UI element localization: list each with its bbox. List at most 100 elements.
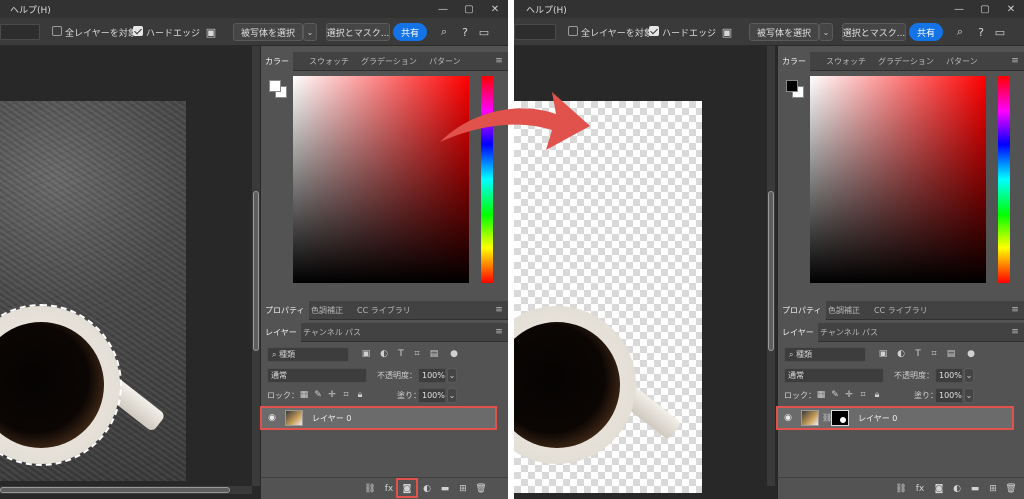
panel-menu-icon[interactable]: ≡	[494, 305, 504, 315]
hard-edge-checkbox[interactable]	[133, 26, 143, 36]
workspace-icon[interactable]: ▭	[476, 24, 492, 40]
tab-gradients[interactable]: グラデーション	[874, 52, 938, 71]
lock-all-icon[interactable]: 🔒︎	[872, 390, 882, 400]
menu-help[interactable]: ヘルプ(H)	[526, 3, 567, 16]
layer-name[interactable]: レイヤー 0	[858, 413, 897, 424]
close-icon[interactable]: ✕	[482, 0, 508, 18]
tab-channels[interactable]: チャンネル	[816, 323, 864, 342]
visibility-eye-icon[interactable]: ◉	[782, 413, 794, 423]
tab-swatches[interactable]: スウォッチ	[822, 52, 870, 71]
maximize-icon[interactable]: ▢	[456, 0, 482, 18]
share-button[interactable]: 共有	[393, 23, 427, 41]
tab-layers[interactable]: レイヤー	[778, 323, 818, 342]
tab-layers[interactable]: レイヤー	[261, 323, 301, 342]
tab-swatches[interactable]: スウォッチ	[305, 52, 353, 71]
tab-patterns[interactable]: パターン	[425, 52, 465, 71]
all-layers-checkbox[interactable]	[568, 26, 578, 36]
lock-image-icon[interactable]: ✎	[830, 390, 840, 400]
select-and-mask-button[interactable]: 選択とマスク...	[842, 23, 906, 41]
blend-mode-select[interactable]: 通常	[784, 368, 884, 383]
lock-transparent-icon[interactable]: ▦	[299, 390, 309, 400]
shape-filter-icon[interactable]: ⌗	[929, 349, 939, 359]
opacity-dropdown-icon[interactable]: ⌄	[447, 368, 457, 383]
fill-field[interactable]: 100%	[935, 388, 963, 403]
layer-name[interactable]: レイヤー 0	[312, 413, 351, 424]
lock-image-icon[interactable]: ✎	[313, 390, 323, 400]
layer-filter-select[interactable]: ⌕ 種類	[784, 347, 866, 362]
share-button[interactable]: 共有	[909, 23, 943, 41]
foreground-color-swatch[interactable]	[786, 80, 798, 92]
lock-artboard-icon[interactable]: ⌗	[858, 390, 868, 400]
fill-field[interactable]: 100%	[418, 388, 446, 403]
pixel-filter-icon[interactable]: ▣	[361, 349, 371, 359]
menu-help[interactable]: ヘルプ(H)	[10, 3, 51, 16]
filter-toggle-icon[interactable]: ●	[966, 349, 976, 359]
lock-position-icon[interactable]: ✛	[844, 390, 854, 400]
folder-icon[interactable]: ▬	[439, 483, 451, 495]
tab-gradients[interactable]: グラデーション	[357, 52, 421, 71]
adjustment-filter-icon[interactable]: ◐	[896, 349, 906, 359]
blend-mode-select[interactable]: 通常	[267, 368, 367, 383]
sample-size-select[interactable]	[0, 24, 40, 40]
select-options-icon[interactable]: ▣	[203, 24, 219, 40]
filter-toggle-icon[interactable]: ●	[449, 349, 459, 359]
lock-all-icon[interactable]: 🔒︎	[355, 390, 365, 400]
help-icon[interactable]: ?	[457, 24, 473, 40]
new-layer-icon[interactable]: ⊞	[987, 483, 999, 495]
select-options-icon[interactable]: ▣	[719, 24, 735, 40]
select-subject-button[interactable]: 被写体を選択	[749, 23, 819, 41]
new-layer-icon[interactable]: ⊞	[457, 483, 469, 495]
select-subject-dropdown-icon[interactable]: ⌄	[303, 23, 317, 41]
pixel-filter-icon[interactable]: ▣	[878, 349, 888, 359]
close-icon[interactable]: ✕	[998, 0, 1024, 18]
trash-icon[interactable]: 🗑︎	[1005, 483, 1017, 495]
tab-cc-libraries[interactable]: CC ライブラリ	[353, 301, 415, 320]
minimize-icon[interactable]: —	[946, 0, 972, 18]
tab-color[interactable]: カラー	[778, 52, 810, 71]
opacity-dropdown-icon[interactable]: ⌄	[964, 368, 974, 383]
opacity-field[interactable]: 100%	[935, 368, 963, 383]
select-and-mask-button[interactable]: 選択とマスク...	[326, 23, 390, 41]
minimize-icon[interactable]: —	[430, 0, 456, 18]
workspace-icon[interactable]: ▭	[992, 24, 1008, 40]
select-subject-button[interactable]: 被写体を選択	[233, 23, 303, 41]
search-icon[interactable]: ⌕	[436, 24, 452, 40]
adjustment-layer-icon[interactable]: ◐	[421, 483, 433, 495]
hue-slider[interactable]	[998, 76, 1010, 283]
lock-artboard-icon[interactable]: ⌗	[341, 390, 351, 400]
select-subject-dropdown-icon[interactable]: ⌄	[819, 23, 833, 41]
panel-menu-icon[interactable]: ≡	[494, 327, 504, 337]
color-field[interactable]	[810, 76, 986, 283]
type-filter-icon[interactable]: T	[913, 349, 923, 359]
tab-properties[interactable]: プロパティ	[778, 301, 826, 320]
tab-channels[interactable]: チャンネル	[299, 323, 347, 342]
shape-filter-icon[interactable]: ⌗	[412, 349, 422, 359]
vertical-scrollbar[interactable]	[252, 46, 260, 486]
folder-icon[interactable]: ▬	[969, 483, 981, 495]
tab-properties[interactable]: プロパティ	[261, 301, 309, 320]
add-mask-icon[interactable]: ◙	[401, 483, 413, 495]
all-layers-checkbox[interactable]	[52, 26, 62, 36]
search-icon[interactable]: ⌕	[952, 24, 968, 40]
link-layers-icon[interactable]: ⛓	[364, 483, 376, 495]
panel-menu-icon[interactable]: ≡	[1010, 56, 1020, 66]
tab-adjustments[interactable]: 色調補正	[307, 301, 347, 320]
fill-dropdown-icon[interactable]: ⌄	[964, 388, 974, 403]
tab-color[interactable]: カラー	[261, 52, 293, 71]
fill-dropdown-icon[interactable]: ⌄	[447, 388, 457, 403]
help-icon[interactable]: ?	[973, 24, 989, 40]
layer-mask-thumbnail[interactable]	[831, 410, 849, 426]
hard-edge-checkbox[interactable]	[649, 26, 659, 36]
maximize-icon[interactable]: ▢	[972, 0, 998, 18]
layer-filter-select[interactable]: ⌕ 種類	[267, 347, 349, 362]
adjustment-layer-icon[interactable]: ◐	[951, 483, 963, 495]
panel-menu-icon[interactable]: ≡	[1010, 305, 1020, 315]
layer-row[interactable]: ◉ ⛓ レイヤー 0	[776, 406, 1014, 430]
sample-size-select[interactable]	[514, 24, 556, 40]
foreground-color-swatch[interactable]	[269, 80, 281, 92]
vertical-scrollbar[interactable]	[767, 46, 775, 486]
fx-icon[interactable]: fx	[914, 483, 926, 495]
layer-row[interactable]: ◉ レイヤー 0	[260, 406, 497, 430]
link-layers-icon[interactable]: ⛓	[895, 483, 907, 495]
tab-paths[interactable]: パス	[858, 323, 882, 342]
